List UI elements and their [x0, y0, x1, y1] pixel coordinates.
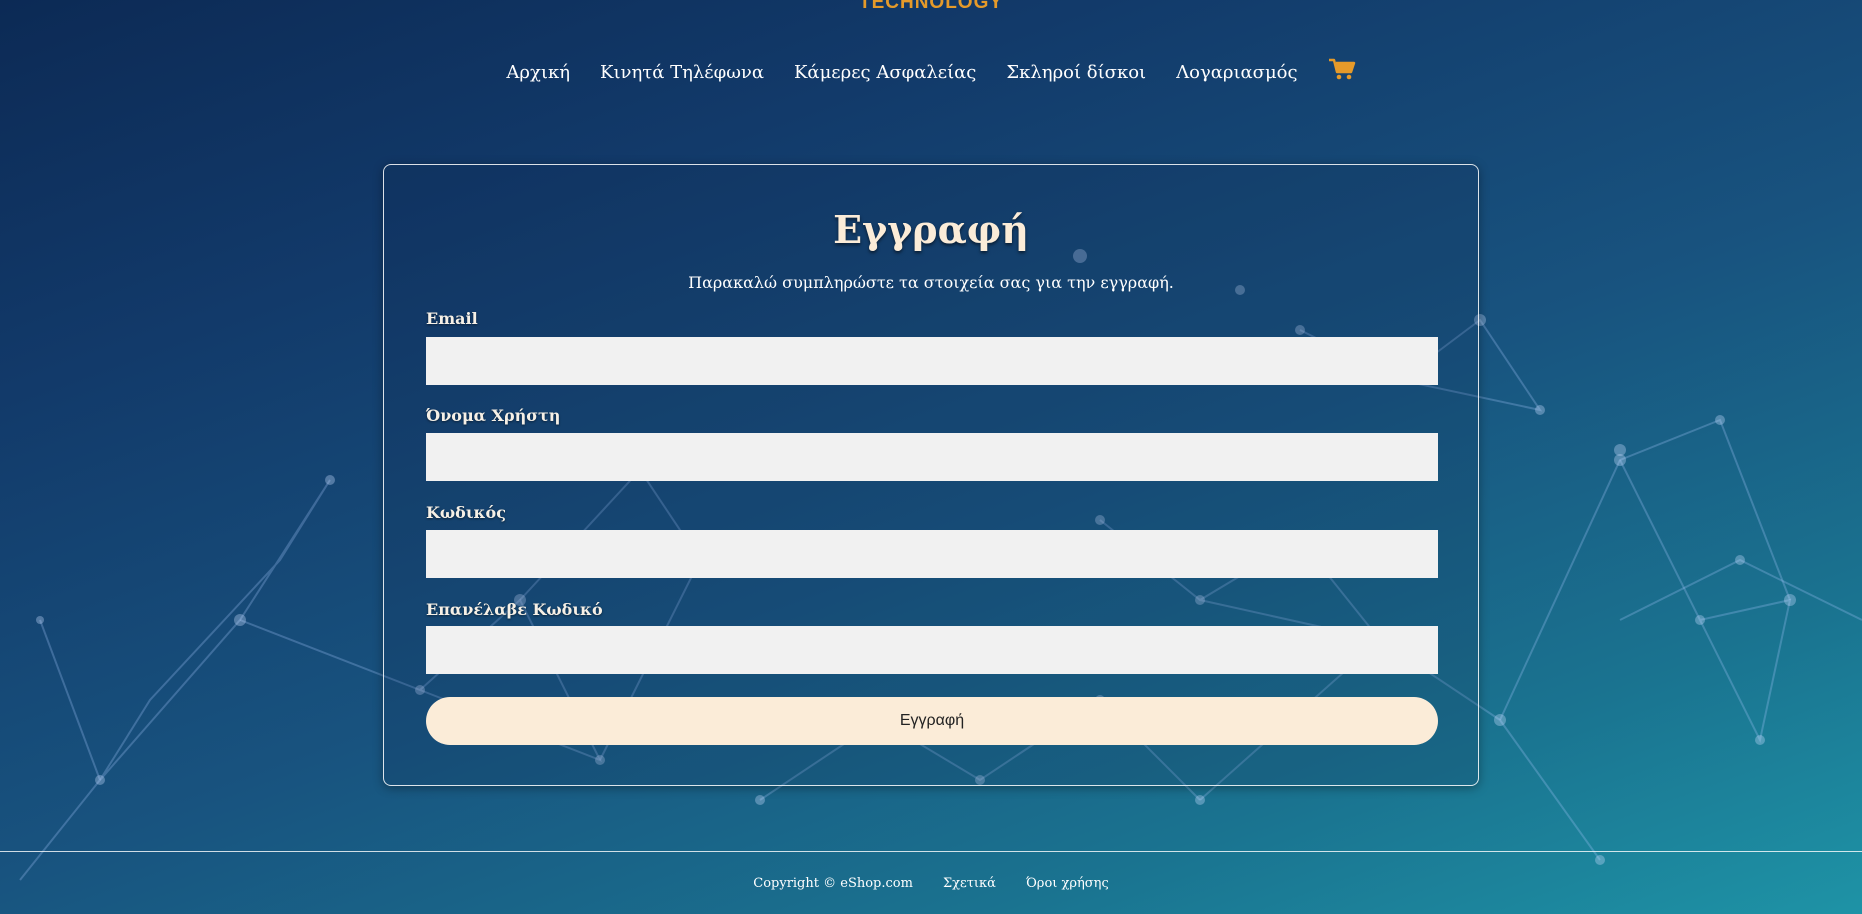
username-field[interactable]	[426, 433, 1438, 481]
email-field[interactable]	[426, 337, 1438, 385]
nav-link-hard-drives[interactable]: Σκληροί δίσκοι	[1006, 62, 1146, 83]
password-field[interactable]	[426, 530, 1438, 578]
username-label: Όνομα Χρήστη	[426, 406, 561, 425]
footer-divider	[0, 851, 1862, 852]
page-title: Εγγραφή	[833, 207, 1029, 252]
nav-link-security-cameras[interactable]: Κάμερες Ασφαλείας	[794, 62, 976, 83]
cart-icon[interactable]	[1328, 57, 1356, 81]
nav-link-home[interactable]: Αρχική	[506, 62, 570, 83]
register-button[interactable]: Εγγραφή	[426, 697, 1438, 745]
footer-copyright: Copyright © eShop.com	[753, 876, 913, 891]
footer: Copyright © eShop.com Σχετικά Όροι χρήση…	[0, 876, 1862, 891]
password-label: Κωδικός	[426, 503, 506, 522]
footer-link-terms[interactable]: Όροι χρήσης	[1026, 876, 1109, 891]
logo-text[interactable]: TECHNOLOGY	[0, 0, 1862, 14]
repeat-password-label: Επανέλαβε Κωδικό	[426, 600, 603, 619]
form-subtitle: Παρακαλώ συμπληρώστε τα στοιχεία σας για…	[688, 273, 1174, 292]
footer-link-about[interactable]: Σχετικά	[943, 876, 996, 891]
nav-link-mobile-phones[interactable]: Κινητά Τηλέφωνα	[600, 62, 764, 83]
main-navigation: Αρχική Κινητά Τηλέφωνα Κάμερες Ασφαλείας…	[0, 58, 1862, 83]
nav-link-account[interactable]: Λογαριασμός	[1176, 62, 1297, 83]
repeat-password-field[interactable]	[426, 626, 1438, 674]
registration-card: Εγγραφή Παρακαλώ συμπληρώστε τα στοιχεία…	[383, 164, 1479, 786]
email-label: Email	[426, 309, 478, 328]
